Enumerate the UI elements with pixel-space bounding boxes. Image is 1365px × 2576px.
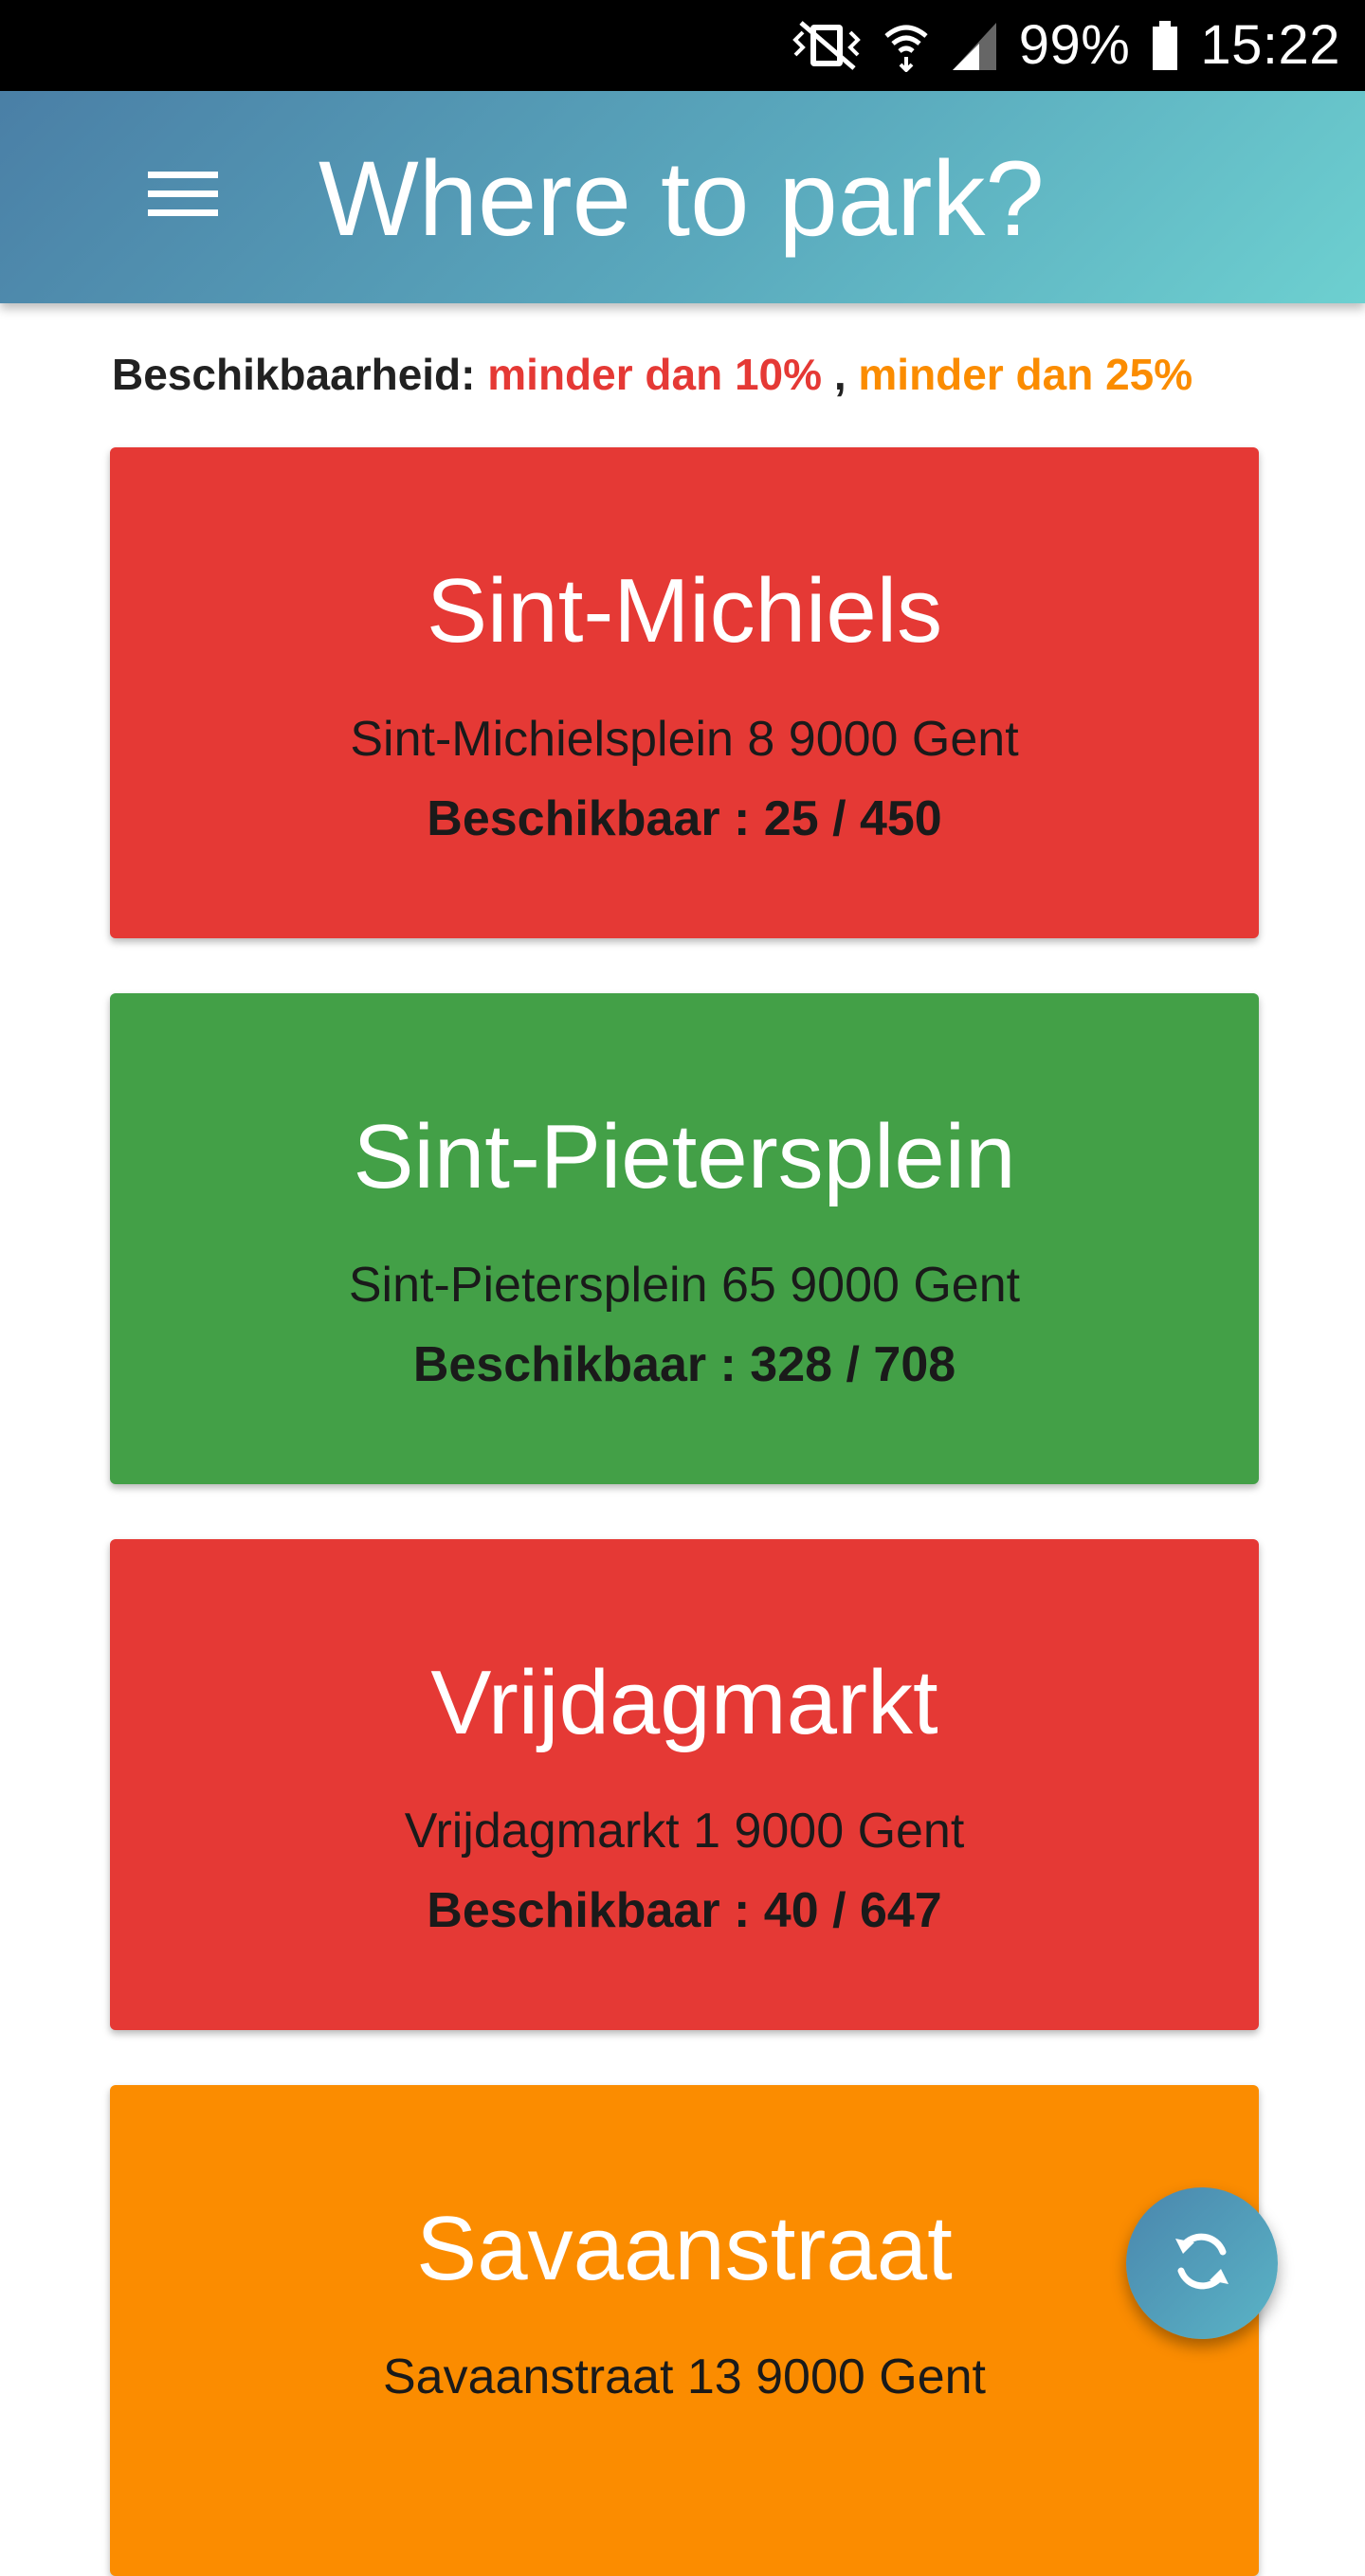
- refresh-button[interactable]: [1126, 2187, 1278, 2339]
- parking-availability: Beschikbaar : 40 / 647: [427, 1883, 942, 1938]
- parking-name: Savaanstraat: [416, 2198, 953, 2299]
- parking-availability: Beschikbaar : 25 / 450: [427, 791, 942, 846]
- legend-medium: minder dan 25%: [858, 350, 1193, 399]
- availability-legend: Beschikbaarheid: minder dan 10% , minder…: [112, 349, 1192, 400]
- parking-card-sint-michiels[interactable]: Sint-Michiels Sint-Michielsplein 8 9000 …: [110, 447, 1259, 938]
- parking-card-sint-pietersplein[interactable]: Sint-Pietersplein Sint-Pietersplein 65 9…: [110, 993, 1259, 1484]
- signal-icon: [951, 19, 998, 72]
- parking-name: Vrijdagmarkt: [430, 1652, 938, 1753]
- battery-icon: [1151, 19, 1179, 72]
- parking-address: Vrijdagmarkt 1 9000 Gent: [404, 1804, 965, 1859]
- parking-address: Sint-Michielsplein 8 9000 Gent: [350, 712, 1019, 767]
- legend-low: minder dan 10%: [487, 350, 823, 399]
- parking-availability: Beschikbaar : 328 / 708: [412, 1337, 956, 1392]
- parking-name: Sint-Pietersplein: [353, 1106, 1016, 1207]
- parking-name: Sint-Michiels: [426, 560, 943, 662]
- status-bar: 99% 15:22: [0, 0, 1365, 91]
- vibrate-icon: [792, 19, 862, 72]
- app-bar: Where to park?: [0, 91, 1365, 303]
- wifi-icon: [883, 19, 930, 72]
- app-title: Where to park?: [318, 139, 1045, 258]
- clock: 15:22: [1200, 14, 1340, 76]
- parking-address: Sint-Pietersplein 65 9000 Gent: [348, 1258, 1021, 1313]
- legend-label: Beschikbaarheid:: [112, 350, 476, 399]
- battery-percentage: 99%: [1018, 14, 1131, 76]
- status-icons: 99% 15:22: [792, 0, 1340, 91]
- hamburger-menu-icon: [148, 168, 218, 224]
- parking-card-vrijdagmarkt[interactable]: Vrijdagmarkt Vrijdagmarkt 1 9000 Gent Be…: [110, 1539, 1259, 2030]
- parking-card-savaanstraat[interactable]: Savaanstraat Savaanstraat 13 9000 Gent: [110, 2085, 1259, 2576]
- parking-address: Savaanstraat 13 9000 Gent: [382, 2349, 986, 2404]
- menu-button[interactable]: [131, 157, 235, 233]
- legend-separator: ,: [833, 350, 846, 399]
- refresh-icon: [1166, 2225, 1238, 2302]
